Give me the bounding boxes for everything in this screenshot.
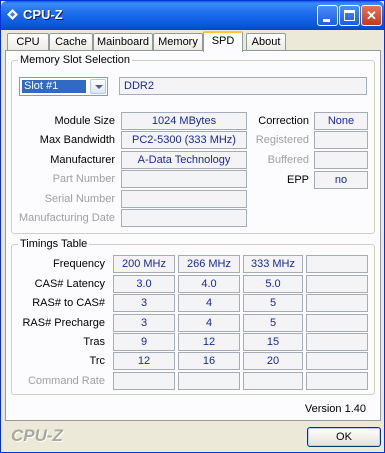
tab-spd[interactable]: SPD xyxy=(203,31,243,52)
tab-about[interactable]: About xyxy=(246,33,286,51)
serial-number-label: Serial Number xyxy=(44,193,115,205)
memory-slot-legend: Memory Slot Selection xyxy=(20,54,131,66)
max-bandwidth-field: PC2-5300 (333 MHz) xyxy=(121,131,247,149)
timing-cell xyxy=(306,275,368,293)
tab-cpu[interactable]: CPU xyxy=(7,33,49,51)
part-number-field xyxy=(121,170,247,188)
module-size-label: Module Size xyxy=(54,115,115,127)
minimize-icon xyxy=(323,19,330,22)
timing-cell xyxy=(306,294,368,312)
timing-cell: 333 MHz xyxy=(243,255,303,273)
tras-label: Tras xyxy=(83,336,105,348)
maximize-icon xyxy=(344,10,355,21)
timing-cell: 4 xyxy=(178,314,240,332)
registered-field xyxy=(314,131,368,149)
memory-type-field: DDR2 xyxy=(119,77,367,95)
correction-field: None xyxy=(314,112,368,130)
timing-cell: 200 MHz xyxy=(113,255,175,273)
command-rate-label: Command Rate xyxy=(27,375,105,387)
epp-field: no xyxy=(314,171,368,189)
tab-cache[interactable]: Cache xyxy=(49,33,93,51)
timing-cell: 3.0 xyxy=(113,275,175,293)
timing-cell xyxy=(306,372,368,390)
close-button[interactable]: ✕ xyxy=(361,5,382,26)
timing-cell: 5.0 xyxy=(243,275,303,293)
minimize-button[interactable] xyxy=(317,5,338,26)
chevron-down-icon[interactable] xyxy=(90,79,106,94)
manufacturing-date-label: Manufacturing Date xyxy=(19,212,115,224)
close-icon: ✕ xyxy=(366,8,377,23)
timing-cell: 5 xyxy=(243,314,303,332)
tab-memory[interactable]: Memory xyxy=(153,33,203,51)
timing-cell xyxy=(306,314,368,332)
part-number-label: Part Number xyxy=(52,173,115,185)
timing-cell: 5 xyxy=(243,294,303,312)
app-icon xyxy=(7,9,18,20)
frequency-label: Frequency xyxy=(53,258,105,270)
trc-label: Trc xyxy=(89,355,105,367)
cpuz-brand-logo: CPU-Z xyxy=(11,426,63,445)
window-title: CPU-Z xyxy=(23,7,63,22)
title-bar[interactable]: CPU-Z ✕ xyxy=(1,1,384,30)
cpuz-window: CPU-Z ✕ CPU Cache Mainboard Memory SPD A… xyxy=(0,0,385,453)
manufacturing-date-field xyxy=(121,209,247,227)
timings-legend: Timings Table xyxy=(20,238,88,250)
manufacturer-label: Manufacturer xyxy=(50,154,115,166)
tab-strip: CPU Cache Mainboard Memory SPD About xyxy=(5,31,383,52)
timing-cell: 4 xyxy=(178,294,240,312)
timing-cell: 12 xyxy=(178,333,240,351)
timing-cell: 16 xyxy=(178,352,240,370)
epp-label: EPP xyxy=(286,174,309,186)
serial-number-field xyxy=(121,190,247,208)
timing-cell: 15 xyxy=(243,333,303,351)
ok-button[interactable]: OK xyxy=(307,427,381,447)
timing-cell: 20 xyxy=(243,352,303,370)
timing-cell: 266 MHz xyxy=(178,255,240,273)
version-label: Version 1.40 xyxy=(304,403,366,415)
ras-precharge-label: RAS# Precharge xyxy=(22,317,105,329)
timing-cell: 12 xyxy=(113,352,175,370)
timing-cell xyxy=(178,372,240,390)
slot-select-value: Slot #1 xyxy=(21,79,87,94)
timing-cell xyxy=(113,372,175,390)
tab-mainboard[interactable]: Mainboard xyxy=(93,33,153,51)
manufacturer-field: A-Data Technology xyxy=(121,151,247,169)
timing-cell: 4.0 xyxy=(178,275,240,293)
timing-cell xyxy=(306,352,368,370)
timing-cell: 3 xyxy=(113,314,175,332)
timing-cell xyxy=(306,333,368,351)
buffered-label: Buffered xyxy=(267,154,309,166)
cas-latency-label: CAS# Latency xyxy=(34,278,105,290)
ras-to-cas-label: RAS# to CAS# xyxy=(32,297,105,309)
maximize-button[interactable] xyxy=(339,5,360,26)
timing-cell: 9 xyxy=(113,333,175,351)
max-bandwidth-label: Max Bandwidth xyxy=(39,134,115,146)
timing-cell xyxy=(306,255,368,273)
registered-label: Registered xyxy=(255,134,309,146)
module-size-field: 1024 MBytes xyxy=(121,112,247,130)
timing-cell: 3 xyxy=(113,294,175,312)
timing-cell xyxy=(243,372,303,390)
buffered-field xyxy=(314,151,368,169)
slot-select[interactable]: Slot #1 xyxy=(19,77,108,96)
correction-label: Correction xyxy=(258,115,309,127)
